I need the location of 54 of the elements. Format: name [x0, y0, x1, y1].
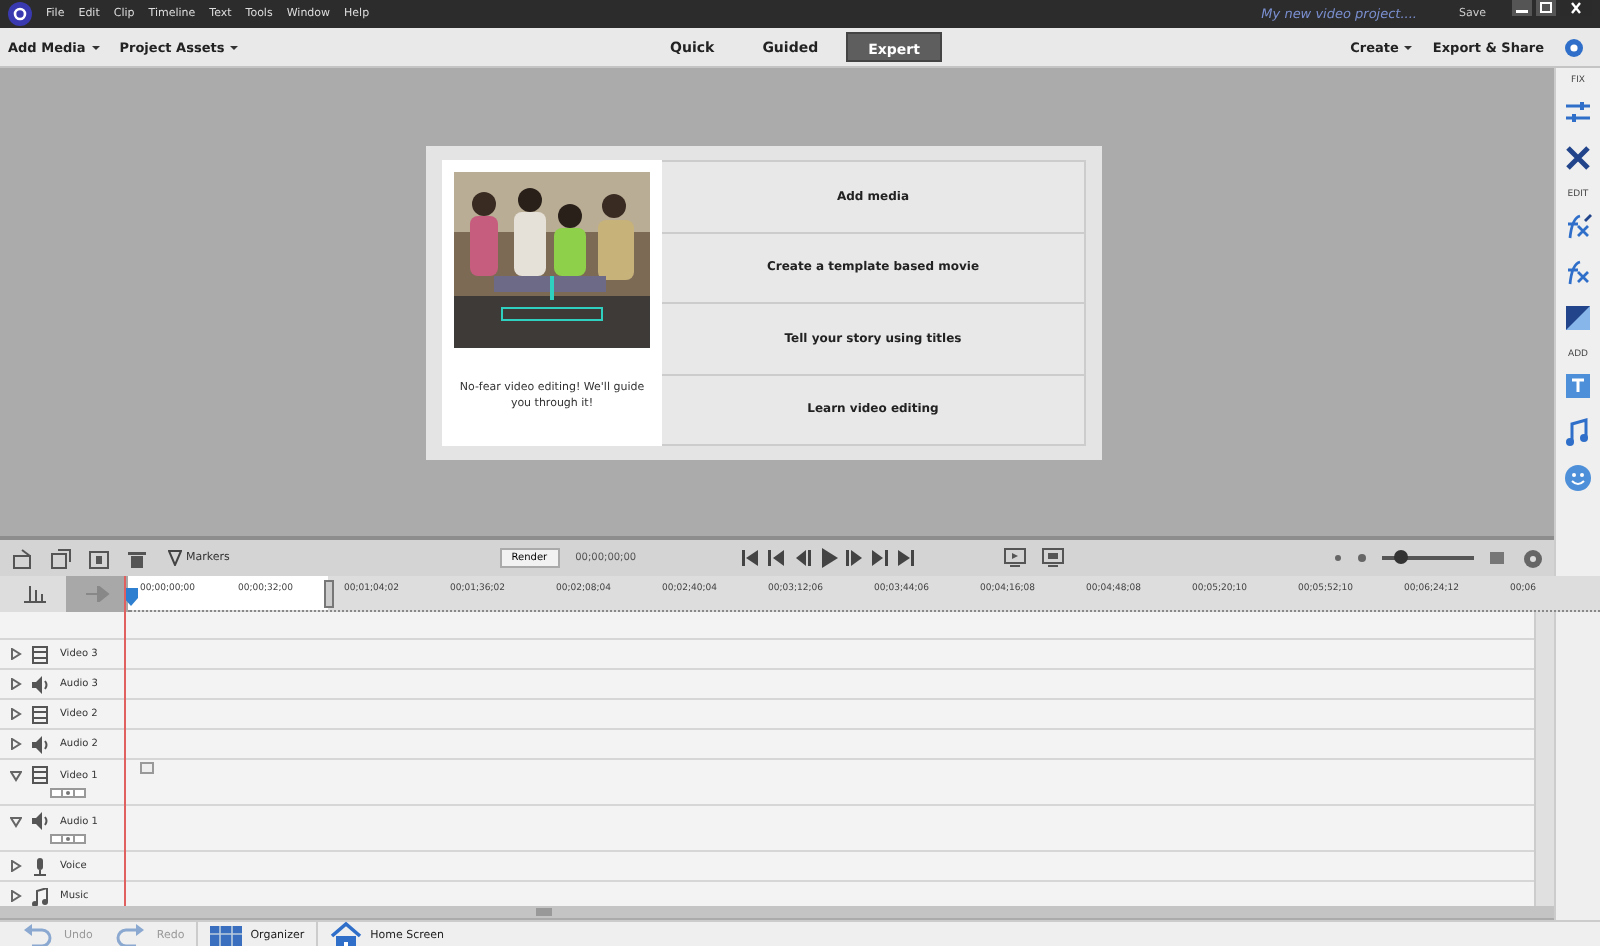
smiley-icon[interactable]	[1564, 464, 1592, 492]
monitor-icon[interactable]	[1042, 548, 1065, 568]
frame-forward-icon[interactable]	[844, 548, 865, 568]
clip-marker-icon	[140, 762, 154, 774]
keyframe-controls-icon[interactable]	[50, 788, 86, 798]
redo-icon	[116, 922, 149, 946]
settings-icon[interactable]	[1564, 37, 1584, 57]
undo-icon	[24, 922, 56, 946]
speaker-icon	[32, 812, 50, 830]
marker-icon	[168, 550, 182, 566]
expand-toggle-icon[interactable]	[10, 860, 22, 872]
grid-icon	[210, 922, 243, 946]
frame-back-icon[interactable]	[792, 548, 813, 568]
music-note-icon[interactable]	[1564, 418, 1592, 446]
app-logo-icon	[8, 2, 32, 26]
film-icon	[32, 645, 50, 663]
track-options-icon[interactable]	[24, 585, 46, 603]
speaker-icon	[32, 735, 50, 753]
expand-toggle-icon[interactable]	[10, 769, 22, 781]
monitor-icon[interactable]	[1004, 548, 1027, 568]
skip-end-icon[interactable]	[896, 548, 917, 568]
expand-toggle-icon[interactable]	[10, 648, 22, 660]
zoom-out-icon[interactable]	[1334, 554, 1342, 562]
effects-pen-icon[interactable]	[1564, 212, 1592, 240]
expand-toggle-icon[interactable]	[10, 678, 22, 690]
effects-icon[interactable]	[1564, 258, 1592, 286]
vertical-scrollbar[interactable]	[1534, 612, 1554, 906]
expand-toggle-icon[interactable]	[10, 815, 22, 827]
speaker-icon	[32, 675, 50, 693]
step-forward-icon[interactable]	[870, 548, 891, 568]
horizontal-scrollbar[interactable]	[0, 906, 1554, 918]
home-icon	[330, 922, 363, 946]
arrow-icon	[85, 586, 109, 602]
diagonal-square-icon[interactable]	[1564, 304, 1592, 332]
music-note-icon	[32, 887, 50, 905]
keyframe-controls-icon[interactable]	[50, 834, 86, 844]
maximize-icon[interactable]	[1536, 0, 1556, 16]
expand-toggle-icon[interactable]	[10, 890, 22, 902]
film-icon	[32, 705, 50, 723]
trash-icon[interactable]	[126, 547, 148, 569]
microphone-icon	[32, 857, 50, 875]
copy-icon[interactable]	[50, 547, 72, 569]
zoom-in-icon[interactable]	[1358, 554, 1366, 562]
work-area-handle[interactable]	[324, 580, 334, 608]
skip-start-icon[interactable]	[740, 548, 761, 568]
text-icon[interactable]	[1564, 372, 1592, 400]
minimize-icon[interactable]	[1512, 0, 1532, 16]
sliders-icon[interactable]	[1564, 98, 1592, 126]
expand-toggle-icon[interactable]	[10, 738, 22, 750]
expand-toggle-icon[interactable]	[10, 708, 22, 720]
film-icon	[32, 766, 50, 784]
play-icon[interactable]	[818, 548, 839, 568]
step-back-icon[interactable]	[766, 548, 787, 568]
frame-icon[interactable]	[88, 547, 110, 569]
